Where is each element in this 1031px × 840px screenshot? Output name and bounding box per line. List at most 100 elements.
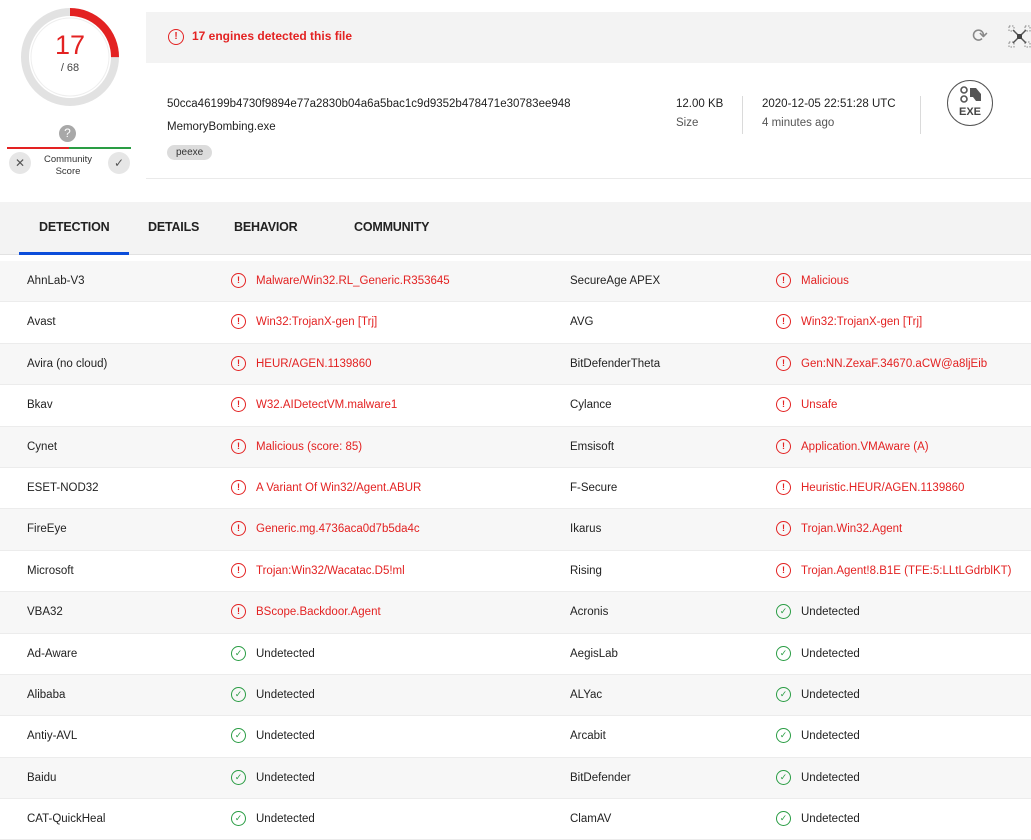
alert-icon: ! xyxy=(776,438,791,454)
detection-result-text: Malicious (score: 85) xyxy=(256,440,363,453)
detection-alert-bar: ! 17 engines detected this file ⟳ xyxy=(146,12,1031,63)
engine-name: Microsoft xyxy=(27,564,74,577)
table-row: Cynet! Malicious (score: 85) Emsisoft! Appl… xyxy=(0,426,1031,468)
table-row: VBA32! BScope.Backdoor.Agent Acronis ✓ Undet… xyxy=(0,592,1031,634)
reload-icon[interactable]: ⟳ xyxy=(972,26,994,48)
alert-icon: ! xyxy=(776,562,791,578)
check-circle-icon: ✓ xyxy=(776,728,791,744)
detection-result-text: Undetected xyxy=(256,771,315,784)
check-circle-icon: ✓ xyxy=(776,604,791,620)
engine-name: Ad-Aware xyxy=(27,647,78,660)
engine-name: Avast xyxy=(27,316,56,329)
tab-bar: DETECTION DETAILS BEHAVIOR COMMUNITY xyxy=(0,202,1031,255)
check-circle-icon: ✓ xyxy=(776,811,791,827)
vote-harmless-button[interactable]: ✓ xyxy=(108,152,130,174)
file-tag[interactable]: peexe xyxy=(167,145,213,160)
detected-count: 17 xyxy=(54,30,86,60)
engine-name: Alibaba xyxy=(27,688,66,701)
detection-result-text: Application.VMAware (A) xyxy=(801,440,929,453)
alert-icon: ! xyxy=(231,438,246,454)
engine-name: Cynet xyxy=(27,440,58,453)
table-row: Avira (no cloud)! HEUR/AGEN.1139860 BitDef… xyxy=(0,343,1031,386)
file-type-label: EXE xyxy=(958,106,981,118)
engine-name: Acronis xyxy=(570,606,609,619)
detection-result-text: Trojan:Win32/Wacatac.D5!ml xyxy=(256,564,405,577)
detection-result-text: Undetected xyxy=(256,730,315,743)
file-name: MemoryBombing.exe xyxy=(167,121,276,133)
alert-icon: ! xyxy=(776,479,791,495)
engine-name: Bkav xyxy=(27,399,53,412)
alert-icon: ! xyxy=(231,273,246,288)
engine-name: BitDefenderTheta xyxy=(570,357,661,370)
tab-detection[interactable]: DETECTION xyxy=(39,220,110,234)
detection-result-text: Malware/Win32.RL_Generic.R353645 xyxy=(256,275,450,287)
check-circle-icon: ✓ xyxy=(231,769,246,785)
engine-name: ESET-NOD32 xyxy=(27,481,99,494)
detection-result-text: Trojan.Win32.Agent xyxy=(801,523,903,536)
help-icon[interactable]: ? xyxy=(59,125,76,142)
check-circle-icon: ✓ xyxy=(776,769,791,785)
detection-result-text: Heuristic.HEUR/AGEN.1139860 xyxy=(801,481,965,494)
engine-name: Baidu xyxy=(27,771,57,784)
detection-result-text: Generic.mg.4736aca0d7b5da4c xyxy=(256,523,420,536)
detection-result-text: Malicious xyxy=(801,275,849,287)
engine-name: Antiy-AVL xyxy=(27,730,78,743)
total-engines: / 68 xyxy=(60,62,80,74)
alert-icon: ! xyxy=(231,314,246,330)
table-row: Bkav! W32.AIDetectVM.malware1 Cylance! Unsa… xyxy=(0,385,1031,427)
table-row: Avast! Win32:TrojanX-gen [Trj] AVG! Win32:T… xyxy=(0,302,1031,344)
check-circle-icon: ✓ xyxy=(231,728,246,744)
divider xyxy=(742,96,743,134)
alert-icon: ! xyxy=(776,397,791,413)
detection-gauge: 17 / 68 xyxy=(19,6,121,108)
alert-icon: ! xyxy=(231,562,246,578)
engine-name: Ikarus xyxy=(570,523,602,536)
analysis-relative-time: 4 minutes ago xyxy=(762,117,835,129)
alert-icon: ! xyxy=(231,521,246,537)
engine-name: FireEye xyxy=(27,523,67,536)
engine-name: Avira (no cloud) xyxy=(27,357,108,370)
graph-icon[interactable] xyxy=(1008,24,1031,50)
check-circle-icon: ✓ xyxy=(231,811,246,827)
community-score-bar xyxy=(7,147,131,149)
engine-name: Emsisoft xyxy=(570,440,615,453)
detection-result-text: HEUR/AGEN.1139860 xyxy=(256,357,372,370)
detection-result-text: W32.AIDetectVM.malware1 xyxy=(256,399,398,412)
table-row: FireEye! Generic.mg.4736aca0d7b5da4c Ikaru… xyxy=(0,509,1031,551)
table-row: AhnLab-V3! Malware/Win32.RL_Generic.R3536… xyxy=(0,261,1031,303)
check-circle-icon: ✓ xyxy=(231,645,246,661)
table-row: Baidu ✓ Undetected BitDefender ✓ Undetected xyxy=(0,757,1031,800)
engine-name: AegisLab xyxy=(570,647,618,660)
file-summary-card: ! 17 engines detected this file ⟳ 50cca4… xyxy=(146,12,1031,179)
detection-result-text: Unsafe xyxy=(801,399,838,412)
file-hash[interactable]: 50cca46199b4730f9894e77a2830b04a6a5bac1c… xyxy=(167,98,571,110)
tab-details[interactable]: DETAILS xyxy=(148,220,199,234)
vote-malicious-button[interactable]: ✕ xyxy=(9,152,31,174)
divider xyxy=(920,96,921,134)
file-info: 50cca46199b4730f9894e77a2830b04a6a5bac1c… xyxy=(146,63,1031,179)
detections-table: AhnLab-V3! Malware/Win32.RL_Generic.R3536… xyxy=(0,261,1031,840)
alert-icon: ! xyxy=(231,355,246,371)
table-row: Ad-Aware ✓ Undetected AegisLab ✓ Undetected xyxy=(0,633,1031,675)
detection-result-text: Win32:TrojanX-gen [Trj] xyxy=(801,316,923,329)
alert-icon: ! xyxy=(776,355,791,371)
detection-result-text: Undetected xyxy=(801,688,860,701)
detection-result-text: Undetected xyxy=(256,647,315,660)
detection-result-text: BScope.Backdoor.Agent xyxy=(256,606,381,619)
alert-icon: ! xyxy=(231,604,246,620)
engine-name: AVG xyxy=(570,316,594,329)
engine-name: AhnLab-V3 xyxy=(27,275,85,287)
community-score-label: Community Score xyxy=(43,154,93,177)
exe-file-icon: EXE xyxy=(947,80,993,126)
tab-community[interactable]: COMMUNITY xyxy=(354,220,429,234)
detection-result-text: Undetected xyxy=(256,688,315,701)
table-row: Microsoft! Trojan:Win32/Wacatac.D5!ml Risi… xyxy=(0,550,1031,593)
engine-name: Rising xyxy=(570,564,602,577)
tab-behavior[interactable]: BEHAVIOR xyxy=(234,220,298,234)
detection-result-text: Undetected xyxy=(801,730,860,743)
table-row: CAT-QuickHeal ✓ Undetected ClamAV ✓ Undetecte… xyxy=(0,799,1031,840)
detection-result-text: Undetected xyxy=(801,771,860,784)
alert-icon: ! xyxy=(168,29,184,45)
alert-icon: ! xyxy=(776,273,791,288)
alert-icon: ! xyxy=(776,314,791,330)
